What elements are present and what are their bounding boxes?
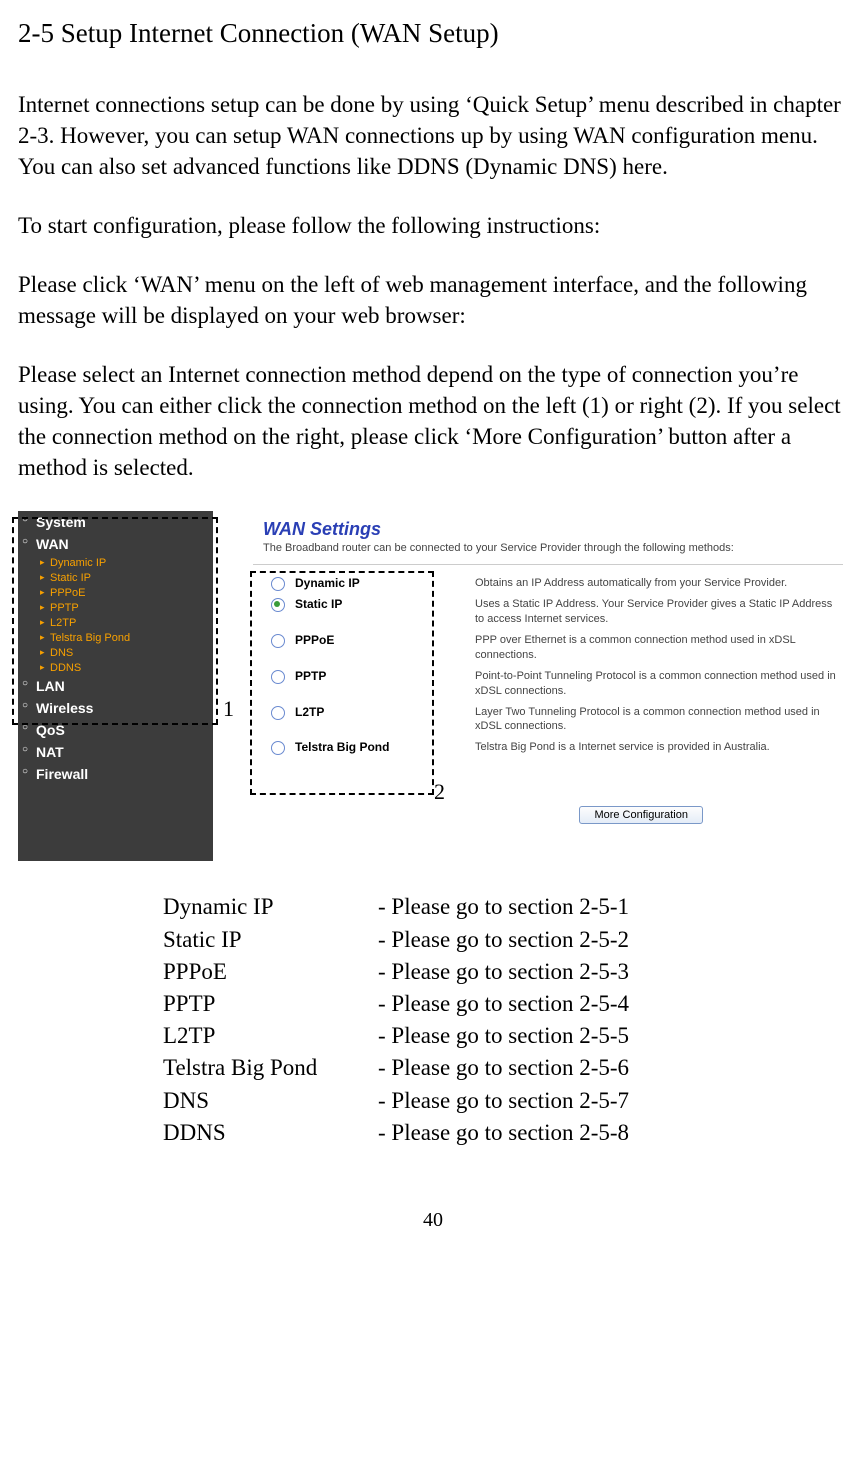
sidebar-sub-static-ip[interactable]: Static IP xyxy=(18,570,213,585)
option-label: Static IP xyxy=(295,597,475,611)
radio-icon[interactable] xyxy=(271,741,285,755)
section-reference-table: Dynamic IP- Please go to section 2-5-1 S… xyxy=(163,891,848,1149)
section-key: PPTP xyxy=(163,988,378,1020)
sidebar-item-qos[interactable]: QoS xyxy=(18,719,213,741)
section-value: - Please go to section 2-5-7 xyxy=(378,1085,629,1117)
sidebar-sub-dynamic-ip[interactable]: Dynamic IP xyxy=(18,555,213,570)
option-row-static-ip[interactable]: Static IP Uses a Static IP Address. Your… xyxy=(253,594,843,630)
section-value: - Please go to section 2-5-3 xyxy=(378,956,629,988)
option-label: Dynamic IP xyxy=(295,576,475,590)
option-row-pptp[interactable]: PPTP Point-to-Point Tunneling Protocol i… xyxy=(253,666,843,702)
table-row: Static IP- Please go to section 2-5-2 xyxy=(163,924,848,956)
section-value: - Please go to section 2-5-4 xyxy=(378,988,629,1020)
sidebar-sub-pptp[interactable]: PPTP xyxy=(18,600,213,615)
option-label: PPPoE xyxy=(295,633,475,647)
option-desc: Obtains an IP Address automatically from… xyxy=(475,576,843,591)
wan-settings-intro: The Broadband router can be connected to… xyxy=(253,542,843,564)
sidebar-item-firewall[interactable]: Firewall xyxy=(18,763,213,785)
section-key: DNS xyxy=(163,1085,378,1117)
sidebar: System WAN Dynamic IP Static IP PPPoE PP… xyxy=(18,511,213,861)
section-key: Dynamic IP xyxy=(163,891,378,923)
table-row: Telstra Big Pond- Please go to section 2… xyxy=(163,1052,848,1084)
option-desc: Point-to-Point Tunneling Protocol is a c… xyxy=(475,669,843,699)
sidebar-sub-ddns[interactable]: DDNS xyxy=(18,660,213,675)
radio-icon[interactable] xyxy=(271,598,285,612)
sidebar-item-system[interactable]: System xyxy=(18,511,213,533)
section-value: - Please go to section 2-5-2 xyxy=(378,924,629,956)
section-value: - Please go to section 2-5-1 xyxy=(378,891,629,923)
wan-settings-screenshot: System WAN Dynamic IP Static IP PPPoE PP… xyxy=(18,511,843,861)
table-row: PPPoE- Please go to section 2-5-3 xyxy=(163,956,848,988)
table-row: PPTP- Please go to section 2-5-4 xyxy=(163,988,848,1020)
section-key: Static IP xyxy=(163,924,378,956)
paragraph: To start configuration, please follow th… xyxy=(18,210,848,241)
table-row: DDNS- Please go to section 2-5-8 xyxy=(163,1117,848,1149)
sidebar-sub-telstra[interactable]: Telstra Big Pond xyxy=(18,630,213,645)
option-label: L2TP xyxy=(295,705,475,719)
callout-label-1: 1 xyxy=(223,696,234,722)
paragraph: Internet connections setup can be done b… xyxy=(18,89,848,182)
option-row-l2tp[interactable]: L2TP Layer Two Tunneling Protocol is a c… xyxy=(253,702,843,738)
sidebar-item-nat[interactable]: NAT xyxy=(18,741,213,763)
page-title: 2-5 Setup Internet Connection (WAN Setup… xyxy=(18,18,848,49)
sidebar-sub-dns[interactable]: DNS xyxy=(18,645,213,660)
option-desc: Uses a Static IP Address. Your Service P… xyxy=(475,597,843,627)
option-row-telstra[interactable]: Telstra Big Pond Telstra Big Pond is a I… xyxy=(253,737,843,758)
wan-content: WAN Settings The Broadband router can be… xyxy=(253,511,843,758)
option-desc: PPP over Ethernet is a common connection… xyxy=(475,633,843,663)
page-number: 40 xyxy=(18,1209,848,1232)
sidebar-sub-l2tp[interactable]: L2TP xyxy=(18,615,213,630)
sidebar-item-wireless[interactable]: Wireless xyxy=(18,697,213,719)
table-row: L2TP- Please go to section 2-5-5 xyxy=(163,1020,848,1052)
radio-icon[interactable] xyxy=(271,577,285,591)
paragraph: Please click ‘WAN’ menu on the left of w… xyxy=(18,269,848,331)
radio-icon[interactable] xyxy=(271,706,285,720)
table-row: Dynamic IP- Please go to section 2-5-1 xyxy=(163,891,848,923)
section-value: - Please go to section 2-5-6 xyxy=(378,1052,629,1084)
table-row: DNS- Please go to section 2-5-7 xyxy=(163,1085,848,1117)
more-configuration-button[interactable]: More Configuration xyxy=(579,806,703,824)
sidebar-item-lan[interactable]: LAN xyxy=(18,675,213,697)
option-desc: Layer Two Tunneling Protocol is a common… xyxy=(475,705,843,735)
radio-icon[interactable] xyxy=(271,634,285,648)
sidebar-sub-pppoe[interactable]: PPPoE xyxy=(18,585,213,600)
section-key: DDNS xyxy=(163,1117,378,1149)
sidebar-item-wan[interactable]: WAN xyxy=(18,533,213,555)
callout-label-2: 2 xyxy=(434,779,445,805)
section-value: - Please go to section 2-5-5 xyxy=(378,1020,629,1052)
section-value: - Please go to section 2-5-8 xyxy=(378,1117,629,1149)
option-row-pppoe[interactable]: PPPoE PPP over Ethernet is a common conn… xyxy=(253,630,843,666)
option-label: Telstra Big Pond xyxy=(295,740,475,754)
option-desc: Telstra Big Pond is a Internet service i… xyxy=(475,740,843,755)
paragraph: Please select an Internet connection met… xyxy=(18,359,848,483)
section-key: Telstra Big Pond xyxy=(163,1052,378,1084)
section-key: PPPoE xyxy=(163,956,378,988)
radio-icon[interactable] xyxy=(271,670,285,684)
option-row-dynamic-ip[interactable]: Dynamic IP Obtains an IP Address automat… xyxy=(253,573,843,594)
option-label: PPTP xyxy=(295,669,475,683)
divider xyxy=(253,564,843,565)
section-key: L2TP xyxy=(163,1020,378,1052)
wan-settings-heading: WAN Settings xyxy=(253,511,843,542)
